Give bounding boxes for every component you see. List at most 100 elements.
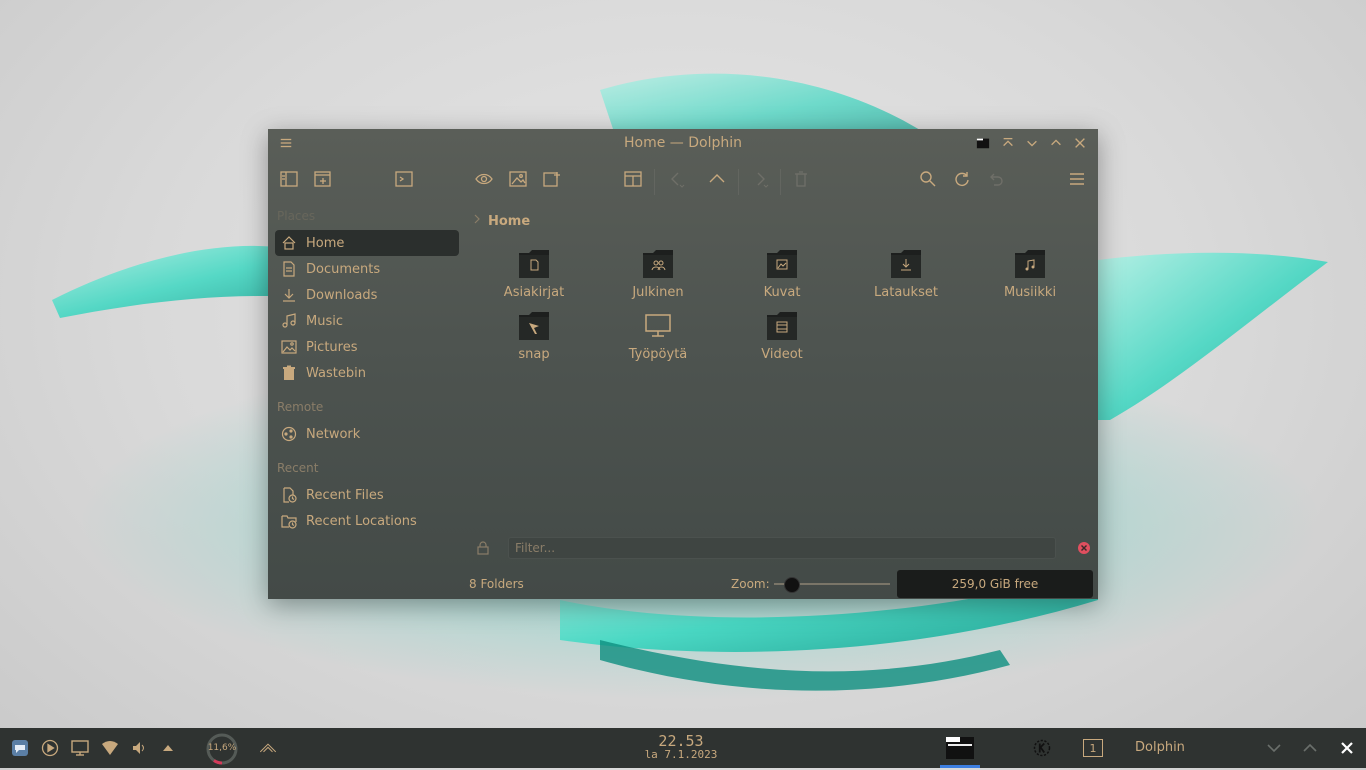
split-view-icon[interactable] bbox=[621, 167, 645, 191]
recent-files-icon bbox=[280, 486, 298, 504]
place-label: Pictures bbox=[306, 339, 358, 355]
chevron-up-icon[interactable] bbox=[1300, 738, 1320, 758]
app-icon[interactable] bbox=[974, 134, 992, 152]
place-home[interactable]: Home bbox=[275, 230, 459, 256]
trash-icon[interactable] bbox=[789, 167, 813, 191]
dolphin-app-icon bbox=[946, 737, 974, 759]
taskbar: 11,6% 22.53 la 7.1.2023 1 Dolphin bbox=[0, 728, 1366, 768]
place-pictures[interactable]: Pictures bbox=[275, 334, 459, 360]
search-icon[interactable] bbox=[916, 167, 940, 191]
place-label: Recent Files bbox=[306, 487, 384, 503]
display-icon[interactable] bbox=[70, 738, 90, 758]
wifi-icon[interactable] bbox=[100, 738, 120, 758]
task-dolphin[interactable] bbox=[940, 728, 980, 768]
image-view-icon[interactable] bbox=[506, 167, 530, 191]
desktop-icon bbox=[645, 314, 671, 337]
places-panel: Places Home Documents Downloads Music Pi… bbox=[268, 203, 464, 533]
virtual-desktop-pager[interactable]: 1 bbox=[1083, 739, 1103, 757]
preview-icon[interactable] bbox=[472, 167, 496, 191]
cpu-monitor[interactable]: 11,6% bbox=[205, 732, 239, 766]
application-launcher-icon[interactable] bbox=[254, 738, 282, 758]
filter-bar bbox=[472, 537, 1098, 563]
undo-icon[interactable] bbox=[984, 167, 1008, 191]
file-item[interactable]: Videot bbox=[727, 311, 837, 369]
file-item[interactable]: snap bbox=[479, 311, 589, 369]
breadcrumb-home[interactable]: Home bbox=[488, 214, 530, 229]
place-label: Network bbox=[306, 426, 361, 442]
place-label: Home bbox=[306, 235, 345, 251]
clear-filter-icon[interactable] bbox=[1077, 541, 1091, 559]
recent-section-label: Recent bbox=[277, 461, 319, 475]
file-item[interactable]: Asiakirjat bbox=[479, 249, 589, 307]
maximize-icon[interactable] bbox=[1047, 134, 1065, 152]
cpu-usage-text: 11,6% bbox=[207, 743, 237, 753]
place-downloads[interactable]: Downloads bbox=[275, 282, 459, 308]
folder-downloads-icon bbox=[891, 250, 921, 278]
places-panel-icon[interactable] bbox=[277, 167, 301, 191]
downloads-icon bbox=[280, 286, 298, 304]
place-music[interactable]: Music bbox=[275, 308, 459, 334]
breadcrumb[interactable]: Home bbox=[472, 211, 530, 231]
file-item[interactable]: Kuvat bbox=[727, 249, 837, 307]
remote-section-label: Remote bbox=[277, 400, 324, 414]
folder-public-icon bbox=[643, 250, 673, 278]
forward-icon[interactable] bbox=[748, 167, 772, 191]
place-wastebin[interactable]: Wastebin bbox=[275, 360, 459, 386]
place-network[interactable]: Network bbox=[275, 421, 459, 447]
file-item[interactable]: Julkinen bbox=[603, 249, 713, 307]
folder-count: 8 Folders bbox=[469, 577, 524, 591]
active-window-title: Dolphin bbox=[1135, 740, 1185, 755]
place-label: Documents bbox=[306, 261, 381, 277]
places-section-label: Places bbox=[277, 209, 316, 223]
documents-icon bbox=[280, 260, 298, 278]
kde-icon[interactable] bbox=[1030, 738, 1054, 758]
file-name: snap bbox=[518, 347, 550, 362]
folder-music-icon bbox=[1015, 250, 1045, 278]
pictures-icon bbox=[280, 338, 298, 356]
close-icon[interactable] bbox=[1071, 134, 1089, 152]
new-window-icon[interactable] bbox=[311, 167, 335, 191]
recent-locations-icon bbox=[280, 512, 298, 530]
place-label: Music bbox=[306, 313, 343, 329]
file-item[interactable]: Lataukset bbox=[851, 249, 961, 307]
file-name: Musiikki bbox=[1003, 285, 1057, 300]
volume-icon[interactable] bbox=[130, 738, 150, 758]
place-recent-locations[interactable]: Recent Locations bbox=[275, 508, 459, 534]
expand-tray-icon[interactable] bbox=[158, 738, 178, 758]
file-item[interactable]: Musiikki bbox=[975, 249, 1085, 307]
hamburger-menu-icon[interactable] bbox=[1065, 167, 1089, 191]
chevron-right-icon bbox=[472, 213, 482, 229]
chevron-down-icon[interactable] bbox=[1264, 738, 1284, 758]
media-player-icon[interactable] bbox=[40, 738, 60, 758]
file-name: Julkinen bbox=[632, 285, 684, 300]
refresh-icon[interactable] bbox=[950, 167, 974, 191]
filter-input[interactable] bbox=[508, 537, 1056, 559]
clock-date[interactable]: la 7.1.2023 bbox=[631, 748, 731, 761]
chat-icon[interactable] bbox=[10, 738, 30, 758]
network-icon bbox=[280, 425, 298, 443]
free-space-indicator[interactable]: 259,0 GiB free bbox=[897, 570, 1093, 598]
new-tab-icon[interactable] bbox=[540, 167, 564, 191]
title-bar[interactable]: Home — Dolphin bbox=[268, 129, 1098, 157]
wastebin-icon bbox=[280, 364, 298, 382]
place-label: Wastebin bbox=[306, 365, 366, 381]
file-name: Asiakirjat bbox=[503, 285, 565, 300]
dolphin-window: Home — Dolphin Places Home Documents Dow… bbox=[268, 129, 1098, 599]
status-bar: 8 Folders Zoom: 259,0 GiB free bbox=[268, 569, 1098, 599]
back-icon[interactable] bbox=[664, 167, 688, 191]
lock-icon[interactable] bbox=[476, 541, 490, 559]
keep-above-icon[interactable] bbox=[999, 134, 1017, 152]
close-window-icon[interactable] bbox=[1337, 738, 1357, 758]
minimize-icon[interactable] bbox=[1023, 134, 1041, 152]
up-icon[interactable] bbox=[705, 167, 729, 191]
place-recent-files[interactable]: Recent Files bbox=[275, 482, 459, 508]
window-menu-icon[interactable] bbox=[277, 134, 295, 152]
folder-snap-icon bbox=[519, 312, 549, 340]
main-toolbar bbox=[268, 163, 1098, 195]
place-documents[interactable]: Documents bbox=[275, 256, 459, 282]
file-name: Lataukset bbox=[874, 285, 938, 300]
zoom-slider-handle[interactable] bbox=[784, 577, 800, 593]
zoom-label: Zoom: bbox=[731, 577, 770, 591]
file-item[interactable]: Työpöytä bbox=[603, 311, 713, 369]
terminal-icon[interactable] bbox=[392, 167, 416, 191]
